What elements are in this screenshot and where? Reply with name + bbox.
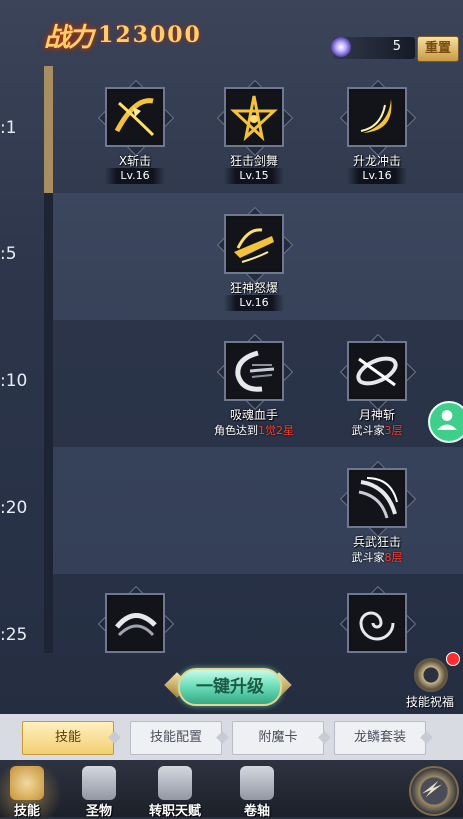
level-label: :25 [0, 625, 28, 645]
skill-points-value: 5 [392, 39, 401, 54]
soul-drain-icon [235, 350, 275, 392]
return-button[interactable] [409, 766, 459, 816]
requirement-prefix: 角色达到 [214, 424, 258, 437]
whirlwind-icon [359, 611, 395, 641]
skill-level: Lv.16 [347, 168, 407, 184]
requirement-value: 8层 [384, 551, 403, 564]
skill-tree[interactable]: :1 :5 :10 :20 :25 X斩击 Lv.16 狂击剑舞 Lv.15 升… [0, 66, 463, 653]
nav-label: 卷轴 [243, 804, 270, 819]
nav-label: 技能 [13, 804, 40, 819]
x-slash-icon [114, 98, 155, 137]
upgrade-all-button[interactable]: 一键升级 [164, 664, 292, 706]
skill-name: 兵武狂击 [352, 535, 401, 549]
tab-enchant-card[interactable]: 附魔卡 [232, 721, 324, 755]
requirement-value: 3层 [384, 424, 403, 437]
nav-skills[interactable]: 技能 [0, 760, 62, 819]
scroll-icon [240, 766, 274, 800]
skill-name: 升龙冲击 [352, 154, 401, 168]
person-icon [437, 410, 457, 430]
skill-requirement: 武斗家8层 [312, 549, 442, 565]
hammer-icon [82, 766, 116, 800]
nav-label: 圣物 [85, 804, 112, 819]
progress-rail [44, 66, 53, 653]
skill-name: X斩击 [118, 154, 152, 168]
skill-blessing-label: 技能祝福 [405, 695, 454, 709]
combat-power-label: 战力 [44, 22, 94, 53]
progress-rail-fill [44, 66, 53, 193]
tab-bar: 技能 技能配置 附魔卡 龙鳞套装 [0, 714, 463, 760]
level-label: :20 [0, 498, 28, 518]
nav-label: 转职天赋 [148, 804, 201, 819]
nav-class-talent[interactable]: 转职天赋 [140, 760, 210, 819]
nav-scroll[interactable]: 卷轴 [222, 760, 292, 819]
customer-service-button[interactable] [428, 401, 463, 443]
skill-name: 月神斩 [358, 408, 395, 422]
combat-power-value: 123000 [98, 22, 202, 48]
level-label: :1 [0, 118, 17, 138]
skill-level: Lv.15 [224, 168, 284, 184]
reset-button[interactable]: 重置 [417, 36, 459, 62]
requirement-prefix: 武斗家 [351, 424, 385, 437]
blessing-icon [414, 658, 448, 692]
skill-requirement: 角色达到1觉2星 [189, 422, 319, 438]
skill-blessing-button[interactable]: 技能祝福 [400, 652, 460, 712]
nav-relic[interactable]: 圣物 [64, 760, 134, 819]
requirement-prefix: 武斗家 [351, 551, 385, 564]
compass-icon [421, 780, 443, 798]
tab-skill-config[interactable]: 技能配置 [130, 721, 222, 755]
skills-nav-icon [10, 766, 44, 800]
skill-name: 吸魂血手 [229, 408, 278, 422]
skill-level: Lv.16 [105, 168, 165, 184]
moon-star-icon [158, 766, 192, 800]
wave-slash-icon [115, 613, 157, 637]
skill-name: 狂神怒爆 [229, 281, 278, 295]
burst-blade-icon [234, 228, 274, 263]
upgrade-all-label: 一键升级 [196, 677, 264, 697]
bottom-nav: 技能 圣物 转职天赋 卷轴 [0, 760, 463, 819]
notification-dot [446, 652, 460, 666]
combat-power: 战力 123000 [44, 18, 274, 53]
crescent-icon [360, 99, 392, 133]
claw-slash-icon [358, 477, 398, 519]
star-slash-icon [230, 95, 278, 142]
skill-point-gem-icon [331, 37, 351, 57]
tab-dragon-scale-set[interactable]: 龙鳞套装 [334, 721, 426, 755]
level-label: :10 [0, 371, 28, 391]
skill-name: 狂击剑舞 [229, 154, 278, 168]
moon-slash-icon [356, 356, 398, 387]
skill-level: Lv.16 [224, 295, 284, 311]
requirement-value: 1觉2星 [258, 424, 294, 437]
level-label: :5 [0, 244, 17, 264]
skill-requirement: 武斗家3层 [312, 422, 442, 438]
tab-skills[interactable]: 技能 [22, 721, 114, 755]
